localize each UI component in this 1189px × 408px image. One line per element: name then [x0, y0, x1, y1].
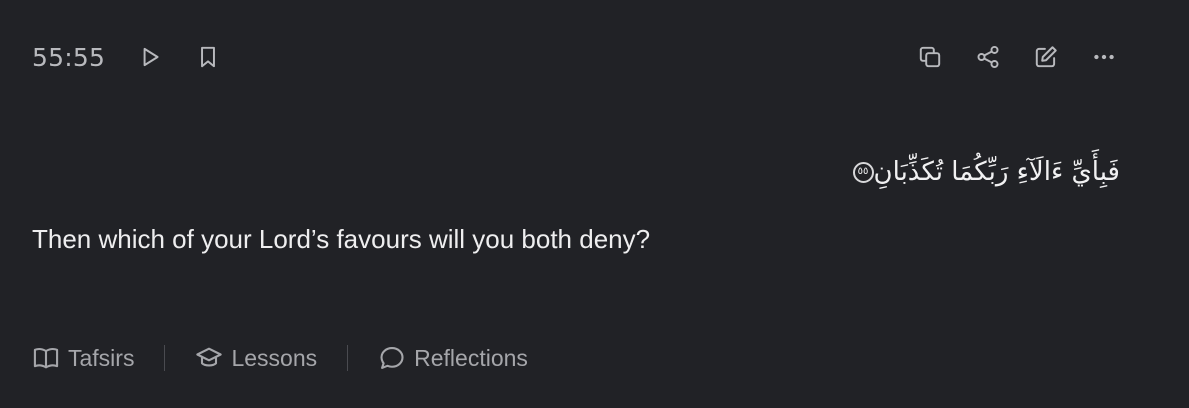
verse-key[interactable]: 55:55 — [32, 43, 105, 72]
verse-toolbar: 55:55 — [32, 36, 1121, 78]
share-icon[interactable] — [971, 40, 1005, 74]
play-icon[interactable] — [133, 40, 167, 74]
bookmark-icon[interactable] — [191, 40, 225, 74]
verse-card: 55:55 فَبِأَيِّ ءَالَآءِ رَبِّكُمَا تُكَ… — [0, 0, 1189, 408]
tab-reflections[interactable]: Reflections — [378, 344, 528, 372]
footer-divider — [164, 345, 166, 371]
arabic-text: فَبِأَيِّ ءَالَآءِ رَبِّكُمَا تُكَذِّبَا… — [873, 157, 1120, 187]
tab-lessons[interactable]: Lessons — [195, 344, 317, 372]
graduation-cap-icon — [196, 347, 223, 367]
more-icon[interactable] — [1087, 40, 1121, 74]
tab-reflections-label: Reflections — [414, 344, 528, 371]
verse-translation: Then which of your Lord’s favours will y… — [32, 224, 651, 254]
chat-bubble-icon — [380, 347, 404, 369]
tab-tafsirs-label: Tafsirs — [68, 344, 135, 371]
verse-footer-tabs: Tafsirs Lessons Reflections — [32, 340, 528, 376]
footer-divider — [347, 345, 349, 371]
book-icon — [33, 348, 59, 369]
ayah-number-marker: ٥٥ — [852, 161, 874, 183]
tab-tafsirs[interactable]: Tafsirs — [32, 344, 134, 372]
tab-lessons-label: Lessons — [231, 344, 318, 371]
verse-toolbar-right — [889, 40, 1121, 74]
arabic-verse: فَبِأَيِّ ءَالَآءِ رَبِّكُمَا تُكَذِّبَا… — [845, 148, 1120, 196]
copy-icon[interactable] — [913, 40, 947, 74]
verse-toolbar-left: 55:55 — [32, 40, 249, 74]
edit-icon[interactable] — [1029, 40, 1063, 74]
